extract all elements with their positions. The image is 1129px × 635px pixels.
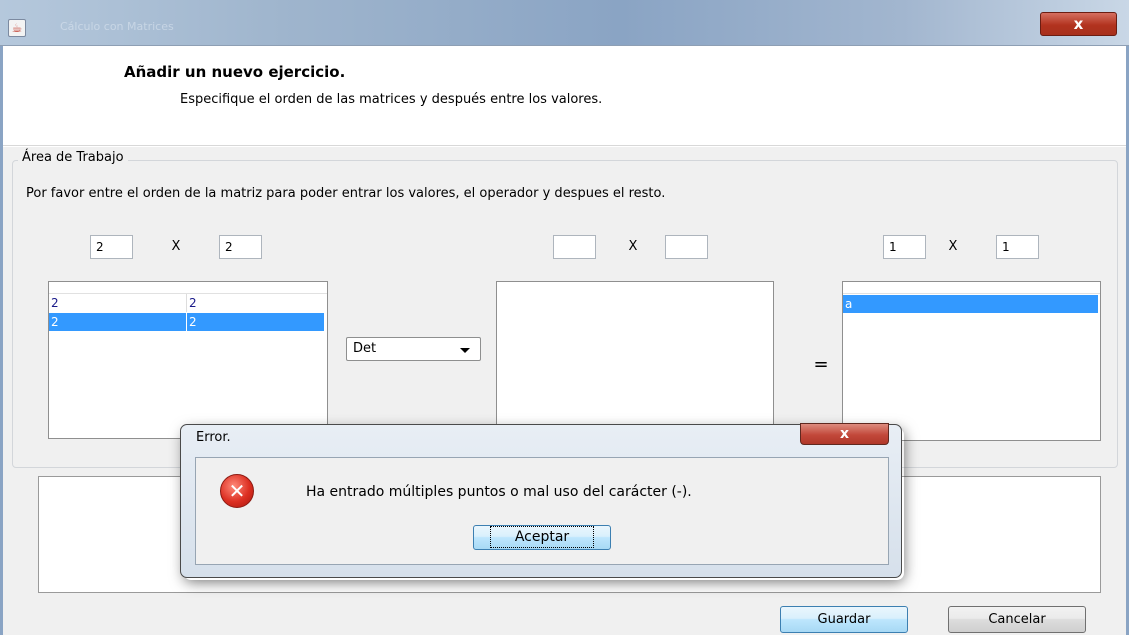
page-subtitle: Especifique el orden de las matrices y d… xyxy=(180,92,603,107)
table-row-selected[interactable]: a xyxy=(843,295,1098,313)
table-cell[interactable]: 2 xyxy=(49,294,187,312)
matrix-b-rows-input[interactable] xyxy=(553,235,596,259)
workarea-instructions: Por favor entre el orden de la matriz pa… xyxy=(26,186,666,201)
equals-sign: = xyxy=(813,354,829,375)
window-close-button[interactable]: x xyxy=(1040,12,1117,36)
window-title: Cálculo con Matrices xyxy=(60,20,174,33)
matrix-a-header xyxy=(49,282,327,294)
result-table[interactable]: a xyxy=(842,281,1101,441)
workarea-legend: Área de Trabajo xyxy=(18,150,128,165)
cancel-button[interactable]: Cancelar xyxy=(948,606,1086,633)
result-x-label: X xyxy=(948,239,958,254)
operator-dropdown[interactable]: Det xyxy=(346,337,481,361)
matrix-b-cols-input[interactable] xyxy=(665,235,708,259)
matrix-a-cols-input[interactable]: 2 xyxy=(219,235,262,259)
matrix-b-table[interactable] xyxy=(496,281,774,441)
table-cell[interactable]: a xyxy=(843,295,1098,313)
table-cell[interactable]: 2 xyxy=(187,313,324,331)
save-button[interactable]: Guardar xyxy=(780,606,908,633)
error-message: Ha entrado múltiples puntos o mal uso de… xyxy=(306,484,692,500)
ok-button[interactable]: Aceptar xyxy=(473,525,611,550)
table-cell[interactable]: 2 xyxy=(187,294,324,312)
matrix-b-x-label: X xyxy=(628,239,638,254)
error-dialog-title: Error. xyxy=(196,430,231,445)
chevron-down-icon xyxy=(460,348,470,353)
matrix-a-table[interactable]: 2 2 2 2 xyxy=(48,281,328,439)
table-row[interactable]: 2 2 xyxy=(49,294,324,312)
result-cols-input[interactable]: 1 xyxy=(996,235,1039,259)
matrix-a-x-label: X xyxy=(171,239,181,254)
page-title: Añadir un nuevo ejercicio. xyxy=(124,63,346,81)
java-app-icon: ☕ xyxy=(8,19,26,37)
table-row-selected[interactable]: 2 2 xyxy=(49,313,324,331)
table-cell[interactable]: 2 xyxy=(49,313,187,331)
error-icon: ✕ xyxy=(220,474,254,508)
error-dialog-close-button[interactable]: x xyxy=(800,423,889,445)
operator-selected-value: Det xyxy=(353,341,377,356)
result-header xyxy=(843,282,1100,294)
result-rows-input[interactable]: 1 xyxy=(883,235,926,259)
matrix-a-rows-input[interactable]: 2 xyxy=(90,235,133,259)
ok-button-label: Aceptar xyxy=(489,526,595,548)
